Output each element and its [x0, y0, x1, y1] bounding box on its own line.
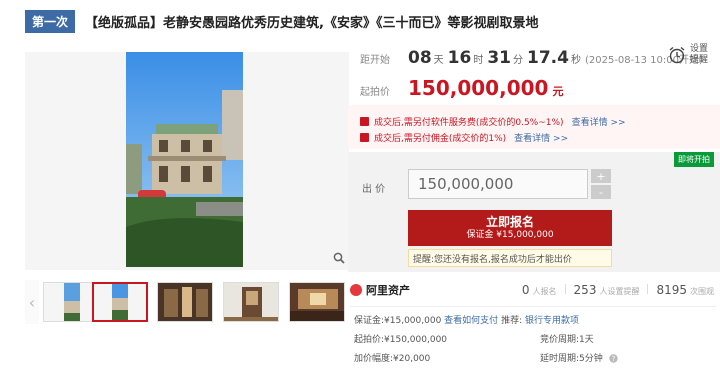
delay-period-text: 延时周期:5分钟: [540, 354, 603, 364]
reminder-count-label: 人设置提醒: [599, 287, 640, 296]
reminder-count: 253: [573, 283, 597, 297]
remind-label-line1: 设置: [690, 44, 709, 54]
ali-logo-mark: [350, 284, 362, 296]
remind-label: 设置 提醒: [690, 44, 712, 66]
page-title: 【绝版孤品】老静安愚园路优秀历史建筑,《安家》《三十而已》等影视剧取景地: [85, 15, 539, 31]
signup-label: 立即报名: [485, 215, 534, 229]
start-price-label: 起拍价: [360, 87, 390, 98]
start-price-value: 150,000,000: [408, 76, 549, 100]
platform-name: 阿里资产: [366, 284, 410, 297]
countdown-minutes: 31: [487, 48, 512, 68]
thumbnail-strip: ‹: [25, 280, 355, 324]
remind-label-line2: 提醒: [690, 55, 709, 65]
set-reminder-button[interactable]: 设置 提醒: [668, 44, 712, 66]
thumbnail[interactable]: [43, 282, 99, 322]
how-to-pay-link[interactable]: 查看如何支付: [444, 316, 498, 326]
view-count-label: 次围观: [690, 287, 714, 296]
bid-amount-input[interactable]: 150,000,000: [408, 169, 588, 199]
view-details-link[interactable]: 查看详情 >>: [572, 115, 626, 128]
signup-button[interactable]: 立即报名 保证金 ¥15,000,000: [408, 210, 612, 246]
view-details-link[interactable]: 查看详情 >>: [514, 131, 568, 144]
round-badge: 第一次: [25, 9, 76, 33]
bid-increase-button[interactable]: +: [591, 169, 611, 183]
stats: 0 人报名 253 人设置提醒 8195 次围观: [514, 283, 714, 297]
recommend-label: 推荐:: [501, 316, 523, 326]
auction-page: 第一次 【绝版孤品】老静安愚园路优秀历史建筑,《安家》《三十而已》等影视剧取景地: [0, 0, 720, 376]
countdown-hours: 16: [447, 48, 472, 68]
days-unit: 天: [433, 55, 444, 66]
thumbnail-active[interactable]: [92, 282, 148, 322]
countdown-row: 距开始 08 天 16 时 31 分 17.4 秒 (2025-08-13 10…: [360, 48, 703, 68]
alarm-clock-icon: [669, 46, 685, 64]
deposit-label: 保证金 ¥15,000,000: [466, 230, 554, 240]
bid-period-detail: 竞价周期:1天: [540, 335, 594, 345]
bid-label: 出 价: [362, 184, 386, 195]
divider: [564, 284, 566, 294]
help-icon[interactable]: ?: [608, 354, 618, 363]
commission-notice: 成交后,需另付佣金(成交价的1%) 查看详情 >>: [360, 131, 568, 144]
deposit-detail: 保证金:¥15,000,000 查看如何支付 推荐: 银行专用款项: [354, 313, 579, 326]
svg-text:?: ?: [611, 355, 615, 363]
gift-icon: [360, 117, 369, 126]
main-photo[interactable]: [25, 52, 349, 270]
start-price-detail: 起拍价:¥150,000,000: [354, 335, 448, 345]
divider: [350, 306, 716, 307]
zoom-icon[interactable]: [333, 252, 345, 264]
bank-payment-link[interactable]: 银行专用款项: [525, 316, 579, 326]
gift-icon: [360, 133, 369, 142]
signup-count-label: 人报名: [532, 287, 557, 296]
status-badge: 即将开拍: [674, 152, 714, 167]
start-price-unit: 元: [552, 85, 564, 98]
title-bar: 第一次 【绝版孤品】老静安愚园路优秀历史建筑,《安家》《三十而已》等影视剧取景地: [25, 8, 538, 34]
seconds-unit: 秒: [570, 55, 581, 66]
bid-decrease-button[interactable]: -: [591, 185, 611, 199]
countdown-days: 08: [408, 48, 432, 68]
thumbnail[interactable]: [157, 282, 213, 322]
minutes-unit: 分: [513, 55, 524, 66]
view-count: 8195: [656, 283, 687, 297]
ali-assets-logo: 阿里资产: [350, 282, 410, 298]
house-photo: [126, 52, 243, 267]
thumb-prev-arrow[interactable]: ‹: [25, 280, 39, 324]
platform-row: 阿里资产 0 人报名 253 人设置提醒 8195 次围观: [350, 280, 720, 300]
signup-tip: 提醒:您还没有报名,报名成功后才能出价: [408, 249, 612, 267]
notice-text: 成交后,需另付软件服务费(成交价的0.5%~1%): [374, 118, 564, 128]
hours-unit: 时: [473, 55, 484, 66]
delay-period-detail: 延时周期:5分钟 ?: [540, 351, 618, 364]
increment-detail: 加价幅度:¥20,000: [354, 354, 431, 364]
notice-text: 成交后,需另付佣金(成交价的1%): [374, 134, 507, 144]
countdown-seconds: 17.4: [527, 48, 569, 68]
bid-panel: 即将开拍 出 价 150,000,000 + - 立即报名 保证金 ¥15,00…: [348, 152, 720, 272]
thumbnail[interactable]: [289, 282, 345, 322]
service-fee-notice: 成交后,需另付软件服务费(成交价的0.5%~1%) 查看详情 >>: [360, 115, 626, 128]
fee-notice-box: 成交后,需另付软件服务费(成交价的0.5%~1%) 查看详情 >> 成交后,需另…: [348, 105, 720, 149]
thumbnail[interactable]: [223, 282, 279, 322]
countdown-label: 距开始: [360, 55, 390, 66]
divider: [647, 284, 649, 294]
start-price-row: 起拍价 150,000,000 元: [360, 76, 563, 100]
deposit-text: 保证金:¥15,000,000: [354, 316, 442, 326]
signup-count: 0: [521, 283, 530, 297]
